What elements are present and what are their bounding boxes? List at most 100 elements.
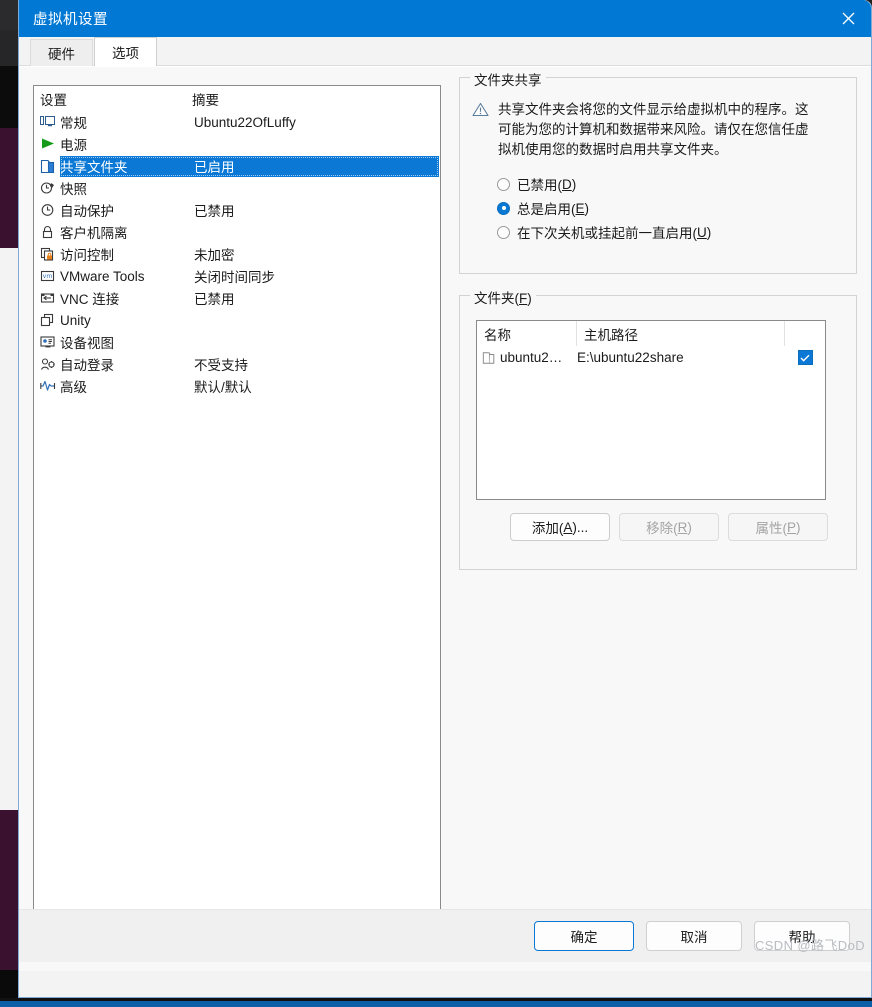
settings-row-summary: 已禁用 [194,204,235,219]
shared-folder-icon [482,351,496,365]
vnc-icon [40,290,60,306]
folder-name-cell: ubuntu2… [477,350,577,365]
folder-sharing-group-title: 文件夹共享 [470,69,546,89]
column-header-enabled [785,321,825,346]
folders-group-title-text: 文件夹( [474,291,519,306]
settings-row-highlight: 共享文件夹 已启用 [60,155,439,177]
tab-hardware-label: 硬件 [48,47,75,62]
folder-properties-button[interactable]: 属性(P) [728,513,828,541]
dialog-footer: 确定 取消 帮助 CSDN @路飞DoD [19,909,871,962]
tab-options-label: 选项 [112,46,139,61]
settings-row-label: 自动登录 [60,358,114,373]
settings-list-header: 设置 摘要 [34,86,440,111]
settings-row-auto-login[interactable]: 自动登录 不受支持 [34,353,440,375]
settings-row-summary: 关闭时间同步 [194,270,275,285]
dialog-content: 设置 摘要 常规 Ubuntu22OfLuffy 电源 共享文件夹 已启用 快照… [19,66,871,971]
radio-label-tail: ) [584,200,590,216]
lock-icon [40,224,60,240]
folder-enabled-cell [785,350,825,365]
radio-indicator [497,177,510,191]
radio-label-tail: ) [571,176,577,192]
settings-row-unity[interactable]: Unity [34,309,440,331]
settings-row-label: VNC 连接 [60,292,120,307]
settings-row-summary: 不受支持 [194,358,248,373]
settings-row-label: Unity [60,312,91,328]
watermark: CSDN @路飞DoD [754,938,865,953]
folder-enabled-checkbox[interactable] [797,350,813,365]
radio-label: 已禁用( [517,178,562,193]
window-title: 虚拟机设置 [33,12,108,28]
radio-label: 在下次关机或挂起前一直启用( [517,226,697,241]
tab-hardware[interactable]: 硬件 [30,39,93,66]
settings-row-advanced[interactable]: 高级 默认/默认 [34,375,440,397]
remove-folder-button-text: 移除( [646,521,678,536]
accesskey: R [677,519,688,535]
settings-row-summary: 默认/默认 [194,380,252,395]
settings-row-guest-isolation[interactable]: 客户机隔离 [34,221,440,243]
settings-row-shared-folders[interactable]: 共享文件夹 已启用 [34,155,440,177]
settings-row-device-view[interactable]: 设备视图 [34,331,440,353]
play-icon [40,136,60,152]
radio-option-always-enabled[interactable]: 总是启用(E) [497,196,856,220]
cancel-button[interactable]: 取消 [646,921,742,951]
column-header-summary: 摘要 [192,92,219,108]
accesskey: P [786,519,796,535]
add-folder-button-text: 添加( [531,521,564,536]
taskbar [0,1001,872,1007]
close-icon[interactable] [825,0,871,37]
auto-login-icon [40,356,60,372]
accesskey: F [519,291,528,306]
remove-folder-button[interactable]: 移除(R) [619,513,719,541]
ok-button[interactable]: 确定 [534,921,634,951]
radio-option-until-next-shutdown[interactable]: 在下次关机或挂起前一直启用(U) [497,220,856,244]
autoprotect-clock-icon [40,202,60,218]
radio-indicator [497,225,510,239]
accesskey: A [563,519,573,535]
folder-host-path-cell: E:\ubuntu22share [577,350,684,365]
folder-sharing-warning-text: 共享文件夹会将您的文件显示给虚拟机中的程序。这可能为您的计算机和数据带来风险。请… [498,102,809,157]
add-folder-button[interactable]: 添加(A)... [510,513,610,541]
settings-row-access-control[interactable]: 访问控制 未加密 [34,243,440,265]
settings-row-label: 高级 [60,380,87,395]
remove-folder-button-tail: ) [687,519,692,535]
settings-row-autoprotect[interactable]: 自动保护 已禁用 [34,199,440,221]
add-folder-button-tail: )... [572,519,589,535]
monitor-icon [40,114,60,130]
folder-properties-button-text: 属性( [755,521,787,536]
folder-name-text: ubuntu2… [500,350,563,365]
folders-buttons: 添加(A)... 移除(R) 属性(P) [510,513,828,541]
access-control-icon [40,246,60,262]
folders-group-title: 文件夹(F) [470,287,536,307]
options-pane: 文件夹共享 共享文件夹会将您的文件显示给虚拟机中的程序。这可能为您的计算机和数据… [459,69,857,570]
vmware-tools-icon: vm [40,268,60,284]
settings-list[interactable]: 设置 摘要 常规 Ubuntu22OfLuffy 电源 共享文件夹 已启用 快照… [33,85,441,938]
accesskey: U [697,224,707,240]
settings-row-summary: 已启用 [194,160,235,175]
settings-row-summary: Ubuntu22OfLuffy [194,114,296,130]
advanced-icon [40,378,60,394]
tab-options[interactable]: 选项 [94,37,157,66]
radio-option-disabled[interactable]: 已禁用(D) [497,172,856,196]
folder-sharing-group: 文件夹共享 共享文件夹会将您的文件显示给虚拟机中的程序。这可能为您的计算机和数据… [459,69,857,274]
shared-folder-icon [40,158,60,174]
settings-row-power[interactable]: 电源 [34,133,440,155]
device-view-icon [40,334,60,350]
settings-row-vnc[interactable]: VNC 连接 已禁用 [34,287,440,309]
settings-row-label: VMware Tools [60,268,145,284]
tab-strip: 硬件 选项 [19,37,871,66]
radio-label-tail: ) [706,224,712,240]
settings-row-general[interactable]: 常规 Ubuntu22OfLuffy [34,111,440,133]
settings-row-vmware-tools[interactable]: vm VMware Tools 关闭时间同步 [34,265,440,287]
warning-triangle-icon [472,100,498,160]
folders-list-header: 名称 主机路径 [477,321,825,346]
folders-group: 文件夹(F) 名称 主机路径 ubuntu2… E:\ubuntu22share… [459,287,857,570]
settings-row-summary: 已禁用 [194,292,235,307]
folders-list-row[interactable]: ubuntu2… E:\ubuntu22share [477,346,825,369]
settings-row-label: 共享文件夹 [60,160,128,175]
settings-row-snapshot[interactable]: 快照 [34,177,440,199]
vm-settings-dialog: 虚拟机设置 硬件 选项 设置 摘要 常规 Ubuntu22OfLuffy 电源 … [18,0,872,998]
column-header-host-path: 主机路径 [577,321,785,346]
settings-row-label: 常规 [60,116,87,131]
settings-row-label: 自动保护 [60,204,114,219]
folders-list[interactable]: 名称 主机路径 ubuntu2… E:\ubuntu22share [476,320,826,500]
